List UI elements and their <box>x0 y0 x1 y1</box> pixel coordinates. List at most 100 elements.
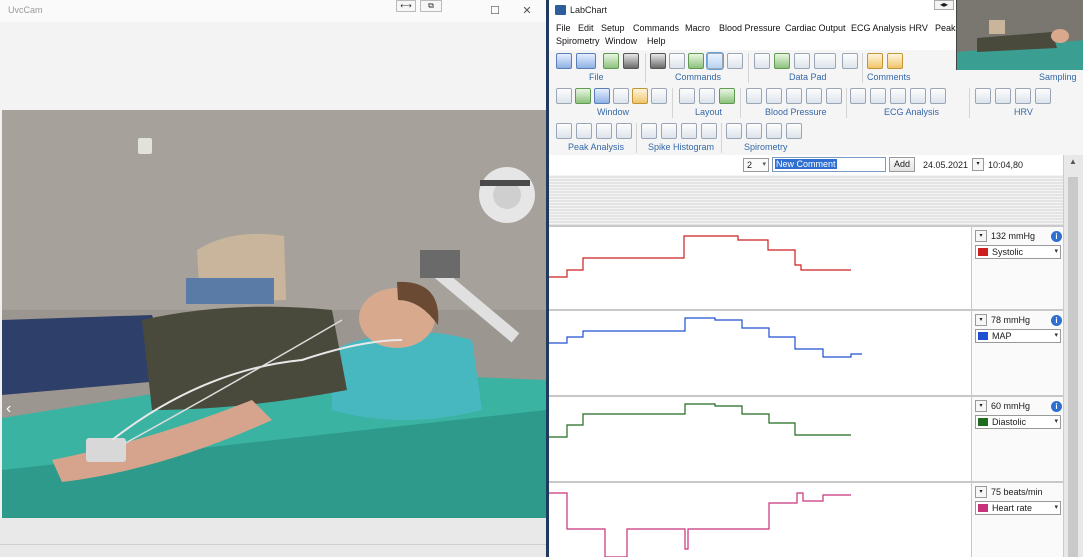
chart-view: 2 ▾ New Comment Add 24.05.2021 ▾ 10:04,8… <box>549 155 1083 557</box>
spiro-table-icon[interactable] <box>746 123 762 139</box>
maximize-button[interactable]: ☐ <box>484 2 506 20</box>
find-icon[interactable] <box>669 53 685 69</box>
image-view-icon[interactable] <box>632 88 648 104</box>
separator <box>969 88 970 118</box>
spiro-report-icon[interactable] <box>786 123 802 139</box>
previous-frame-arrow[interactable]: ‹ <box>6 400 11 418</box>
menu-edit[interactable]: Edit <box>578 23 594 33</box>
info-icon[interactable]: i <box>1051 315 1062 326</box>
chevron-down-icon[interactable]: ▾ <box>975 314 987 326</box>
menu-ecg-analysis[interactable]: ECG Analysis <box>851 23 906 33</box>
scroll-up-icon[interactable]: ▲ <box>1069 157 1077 166</box>
channel-panel-map: ▾ 78 mmHg i MAP ▾ <box>549 309 1063 395</box>
heart-rate-channel-select[interactable]: Heart rate ▾ <box>975 501 1061 515</box>
group-blood-pressure-label: Blood Pressure <box>765 107 827 117</box>
menu-macro[interactable]: Macro <box>685 23 710 33</box>
spike-menu-icon[interactable] <box>701 123 717 139</box>
map-channel-select[interactable]: MAP ▾ <box>975 329 1061 343</box>
window-arrows-button[interactable]: ◂▸ <box>934 0 954 10</box>
peak-table-icon[interactable] <box>596 123 612 139</box>
menu-file[interactable]: File <box>556 23 571 33</box>
info-icon[interactable]: i <box>1051 231 1062 242</box>
spike-setup-icon[interactable] <box>641 123 657 139</box>
resize-toggle-button[interactable]: ⟷ <box>396 0 416 12</box>
import-icon[interactable] <box>603 53 619 69</box>
sync-icon[interactable] <box>688 53 704 69</box>
datapad-view-icon[interactable] <box>754 53 770 69</box>
ecg-analysis-icon[interactable] <box>870 88 886 104</box>
vertical-scrollbar[interactable]: ▲ <box>1063 155 1083 557</box>
undo-icon[interactable] <box>727 53 743 69</box>
comment-channel-select[interactable]: 2 ▾ <box>743 158 769 172</box>
channel-panel-systolic: ▾ 132 mmHg i Systolic ▾ <box>549 225 1063 309</box>
new-document-icon[interactable] <box>556 53 572 69</box>
ecg-menu-icon[interactable] <box>930 88 946 104</box>
multi-add-icon[interactable] <box>842 53 858 69</box>
open-file-icon[interactable] <box>576 53 596 69</box>
group-datapad-label: Data Pad <box>789 72 827 82</box>
hrv-setup-icon[interactable] <box>975 88 991 104</box>
bp-table-icon[interactable] <box>806 88 822 104</box>
bp-menu-icon[interactable] <box>826 88 842 104</box>
menu-commands[interactable]: Commands <box>633 23 679 33</box>
ecg-averaging-icon[interactable] <box>890 88 906 104</box>
print-icon[interactable] <box>623 53 639 69</box>
comment-folder-icon[interactable] <box>867 53 883 69</box>
restore-window-button[interactable]: ⧉ <box>420 0 442 12</box>
menu-help[interactable]: Help <box>647 36 666 46</box>
spiro-setup-icon[interactable] <box>726 123 742 139</box>
chevron-down-icon[interactable]: ▾ <box>975 230 987 242</box>
add-comment-button[interactable]: Add <box>889 157 915 172</box>
ecg-setup-icon[interactable] <box>850 88 866 104</box>
hrv-report-icon[interactable] <box>1015 88 1031 104</box>
xy-view-icon[interactable] <box>613 88 629 104</box>
add-to-datapad-icon[interactable] <box>774 53 790 69</box>
systolic-channel-select[interactable]: Systolic ▾ <box>975 245 1061 259</box>
selected-command-icon[interactable] <box>706 52 724 70</box>
time-format-dropdown[interactable]: ▾ <box>972 158 984 171</box>
menu-spirometry[interactable]: Spirometry <box>556 36 600 46</box>
map-color-swatch <box>978 332 988 340</box>
notebook-icon[interactable] <box>651 88 667 104</box>
hrv-menu-icon[interactable] <box>1035 88 1051 104</box>
menu-cardiac-output[interactable]: Cardiac Output <box>785 23 846 33</box>
bp-cursor-icon[interactable] <box>786 88 802 104</box>
preview-frame <box>957 0 1083 70</box>
bp-setup-icon[interactable] <box>746 88 762 104</box>
peak-setup-icon[interactable] <box>556 123 572 139</box>
patient-video-frame <box>2 110 546 518</box>
layout-grid-icon[interactable] <box>679 88 695 104</box>
scrollbar-thumb[interactable] <box>1068 177 1078 557</box>
menu-setup[interactable]: Setup <box>601 23 625 33</box>
diastolic-value: 60 mmHg <box>991 401 1031 411</box>
layout-tiles-icon[interactable] <box>699 88 715 104</box>
chevron-down-icon[interactable]: ▾ <box>975 486 987 498</box>
hrv-analysis-icon[interactable] <box>995 88 1011 104</box>
spiro-chart-icon[interactable] <box>766 123 782 139</box>
info-icon[interactable]: i <box>1051 401 1062 412</box>
diastolic-channel-select[interactable]: Diastolic ▾ <box>975 415 1061 429</box>
comment-input[interactable]: New Comment <box>772 157 886 172</box>
menu-blood-pressure[interactable]: Blood Pressure <box>719 23 781 33</box>
datapad-settings-icon[interactable] <box>794 53 810 69</box>
menu-hrv[interactable]: HRV <box>909 23 928 33</box>
ecg-table-icon[interactable] <box>910 88 926 104</box>
chevron-down-icon[interactable]: ▾ <box>975 400 987 412</box>
close-button[interactable]: ✕ <box>516 2 538 20</box>
zoom-icon[interactable] <box>594 88 610 104</box>
spike-view-icon[interactable] <box>681 123 697 139</box>
menu-window[interactable]: Window <box>605 36 637 46</box>
heart-rate-trace <box>549 492 851 557</box>
spike-analysis-icon[interactable] <box>661 123 677 139</box>
systolic-trace <box>549 235 851 278</box>
layout-add-icon[interactable] <box>719 88 735 104</box>
binoculars-icon[interactable] <box>650 53 666 69</box>
datapad-menu-icon[interactable] <box>814 53 836 69</box>
peak-menu-icon[interactable] <box>616 123 632 139</box>
bp-analysis-icon[interactable] <box>766 88 782 104</box>
add-comment-icon[interactable] <box>887 53 903 69</box>
chart-view-icon[interactable] <box>575 88 591 104</box>
window-list-icon[interactable] <box>556 88 572 104</box>
peak-analysis-icon[interactable] <box>576 123 592 139</box>
comment-bar: 2 ▾ New Comment Add 24.05.2021 ▾ 10:04,8… <box>549 155 1063 175</box>
